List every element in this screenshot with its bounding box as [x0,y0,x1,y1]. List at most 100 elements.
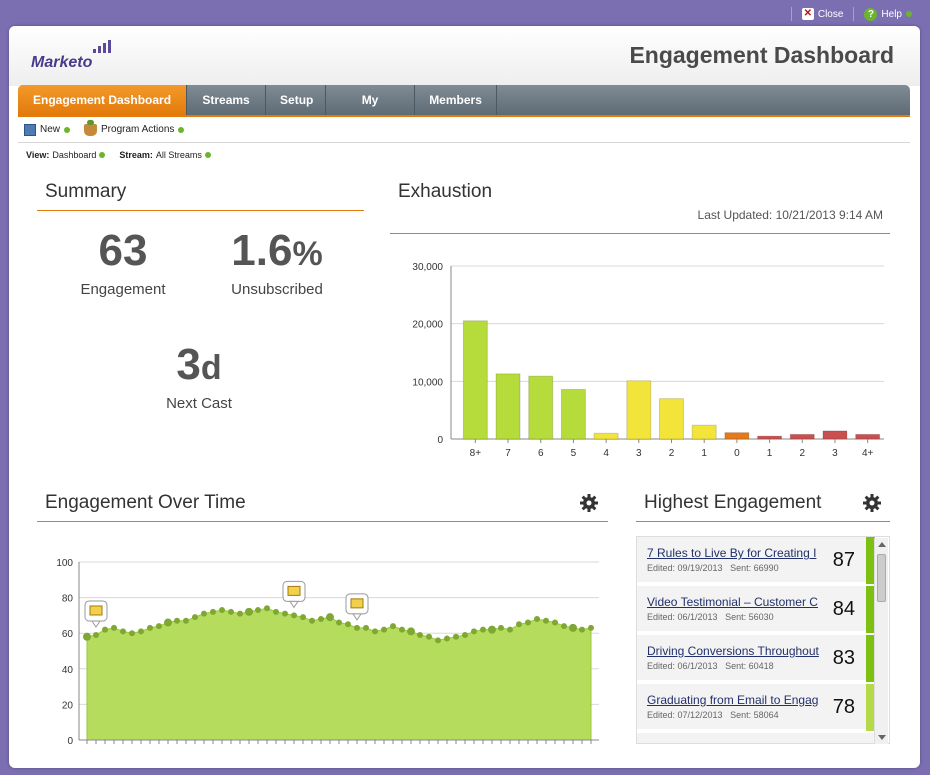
scroll-thumb[interactable] [877,554,886,602]
note-pointer [289,600,299,609]
y-tick-label: 60 [62,629,74,640]
engagement-value: 63 [73,226,173,276]
engagement-over-time-heading: Engagement Over Time [37,488,608,522]
page-title: Engagement Dashboard [629,42,894,68]
tab-engagement-dashboard[interactable]: Engagement Dashboard [18,85,188,115]
bar [495,373,521,440]
y-tick-label: 40 [62,665,74,676]
highest-engagement-settings-gear-icon[interactable] [862,493,882,513]
bar [560,388,586,440]
view-selector[interactable]: View: Dashboard [26,150,106,160]
new-icon [24,123,36,136]
item-title[interactable]: Graduating from Email to Engag [647,693,827,707]
stream-value: All Streams [155,150,202,160]
data-point [579,626,585,633]
stream-selector[interactable]: Stream: All Streams [119,150,211,160]
list-item[interactable]: Video Testimonial – Customer C Edited: 0… [637,586,875,633]
data-point [407,627,415,636]
data-point [426,633,432,640]
list-item[interactable]: Driving Conversions Throughout Edited: 0… [637,635,875,682]
close-icon: ✕ [801,8,814,20]
x-tick-label: 1 [767,448,773,459]
view-bar: View: Dashboard Stream: All Streams [26,150,211,160]
divider [790,7,792,21]
bar [626,380,652,440]
tab-streams[interactable]: Streams [187,85,267,115]
bar [462,320,488,440]
new-button[interactable]: New [24,123,71,136]
list-item[interactable] [637,733,875,743]
highest-engagement-heading: Highest Engagement [636,488,890,522]
view-value: Dashboard [52,150,97,160]
data-point [264,605,270,612]
y-tick-label: 80 [62,594,74,605]
data-point [210,608,216,615]
tab-my-tokens[interactable]: My Tokens [326,85,416,137]
data-point [309,617,315,624]
data-point [543,617,549,624]
data-point [569,623,577,632]
help-link[interactable]: ? Help [864,7,912,21]
y-tick-label: 20,000 [412,320,443,331]
data-point [435,637,441,644]
item-score: 84 [832,598,855,620]
note-pointer [352,613,362,621]
item-sent: Sent: 60418 [725,661,774,671]
data-point [300,614,306,621]
data-point [588,624,594,631]
list-item[interactable]: Graduating from Email to Engag Edited: 0… [637,684,875,731]
data-point [120,628,126,635]
data-point [561,623,567,630]
y-tick-label: 30,000 [412,262,443,273]
item-score: 87 [832,549,855,571]
exhaustion-heading: Exhaustion [390,178,890,234]
program-actions-button[interactable]: Program Actions [84,119,185,136]
dropdown-icon [64,126,71,133]
list-item[interactable]: 7 Rules to Live By for Creating I Edited… [637,537,875,584]
x-tick-label: 2 [669,448,675,459]
y-tick-label: 20 [62,700,74,711]
bar [691,424,717,440]
scroll-down-icon[interactable] [878,735,886,740]
data-point [111,624,117,631]
unsubscribed-value: 1.6% [202,226,352,276]
data-point [228,608,234,615]
tab-setup[interactable]: Setup [266,85,327,115]
data-point [444,635,450,642]
data-point [354,624,360,631]
data-point [372,628,378,635]
help-dropdown-icon [906,11,912,17]
data-point [245,607,253,616]
close-label: Close [817,8,844,20]
scroll-up-icon[interactable] [878,542,886,547]
item-title[interactable]: Driving Conversions Throughout [647,644,827,658]
data-point [390,623,396,630]
x-tick-label: 7 [505,448,511,459]
data-point [363,624,369,631]
engagement-label: Engagement [80,281,166,298]
data-point [237,610,243,617]
data-point [183,617,189,624]
unsubscribed-label: Unsubscribed [231,281,323,298]
data-point [417,631,423,638]
data-point [480,626,486,633]
data-point [201,610,207,617]
item-title[interactable]: Video Testimonial – Customer C [647,595,827,609]
bar [855,433,881,440]
list-scrollbar[interactable] [874,538,888,744]
help-icon: ? [864,7,878,21]
data-point [102,626,108,633]
tab-members[interactable]: Members [415,85,498,115]
close-link[interactable]: ✕ Close [801,8,844,20]
help-label: Help [881,8,902,20]
data-point [93,631,99,638]
logo-text: Marketo [31,54,93,71]
item-title[interactable]: 7 Rules to Live By for Creating I [647,546,827,560]
program-actions-label: Program Actions [101,124,175,135]
engagement-settings-gear-icon[interactable] [579,493,599,513]
data-point [462,631,468,638]
new-label: New [40,124,61,135]
bar [757,435,783,440]
y-tick-label: 0 [437,435,443,446]
toolbar: New Program Actions [18,117,910,143]
